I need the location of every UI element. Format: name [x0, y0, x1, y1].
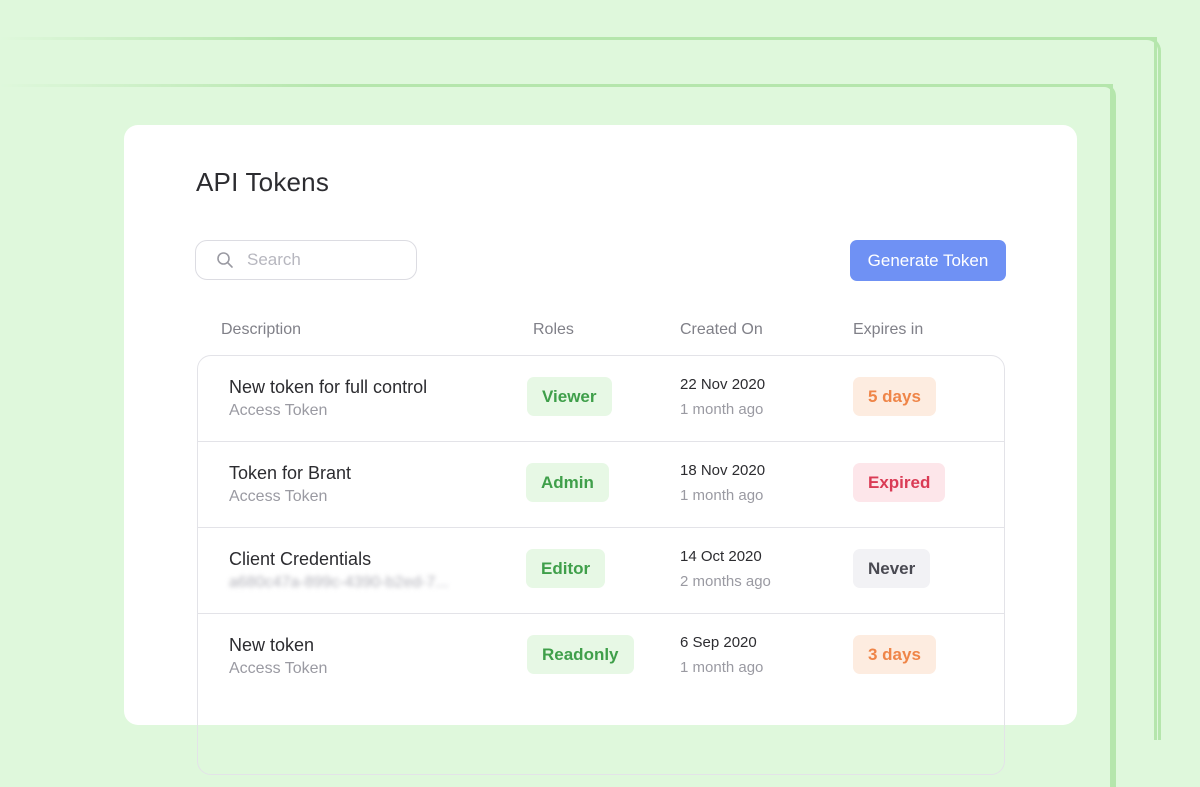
token-name[interactable]: Token for Brant: [229, 463, 351, 484]
token-description: Client Credentials a680c47a-899c-4390-b2…: [229, 549, 449, 592]
created-relative: 1 month ago: [680, 487, 764, 504]
token-type: Access Token: [229, 660, 328, 677]
created-date-value: 22 Nov 2020: [680, 376, 766, 393]
api-tokens-card: API Tokens Generate Token Description Ro…: [124, 125, 1077, 775]
table-row[interactable]: Token for Brant Access Token Admin 18 No…: [198, 442, 1004, 528]
expires-badge: 3 days: [853, 635, 936, 674]
column-header-created-on[interactable]: Created On: [680, 321, 763, 339]
token-description: New token Access Token: [229, 635, 327, 678]
client-id: a680c47a-899c-4390-b2ed-7...: [229, 574, 449, 591]
created-date: 18 Nov 2020 1 month ago: [680, 462, 765, 504]
expires-badge: 5 days: [853, 377, 936, 416]
column-header-description[interactable]: Description: [221, 321, 301, 339]
table-header: Description Roles Created On Expires in: [124, 321, 1077, 343]
created-date: 14 Oct 2020 2 months ago: [680, 548, 771, 590]
token-type: Access Token: [229, 488, 328, 505]
token-name[interactable]: Client Credentials: [229, 549, 449, 570]
created-date-value: 6 Sep 2020: [680, 634, 757, 651]
search-input[interactable]: [245, 249, 399, 271]
role-badge: Editor: [526, 549, 606, 588]
token-description: New token for full control Access Token: [229, 377, 427, 420]
created-relative: 1 month ago: [680, 659, 764, 676]
token-name[interactable]: New token for full control: [229, 377, 427, 398]
created-relative: 1 month ago: [680, 401, 764, 418]
expires-badge: Expired: [853, 463, 946, 502]
created-date-value: 14 Oct 2020: [680, 548, 762, 565]
table-row[interactable]: Client Credentials a680c47a-899c-4390-b2…: [198, 528, 1004, 614]
created-date: 22 Nov 2020 1 month ago: [680, 376, 765, 418]
role-badge: Viewer: [527, 377, 612, 416]
tokens-table: New token for full control Access Token …: [197, 355, 1005, 775]
column-header-roles[interactable]: Roles: [533, 321, 574, 339]
role-badge: Readonly: [527, 635, 634, 674]
expires-badge: Never: [853, 549, 931, 588]
token-description: Token for Brant Access Token: [229, 463, 351, 506]
created-relative: 2 months ago: [680, 573, 771, 590]
search-icon: [216, 251, 234, 269]
column-header-expires-in[interactable]: Expires in: [853, 321, 923, 339]
token-name[interactable]: New token: [229, 635, 327, 656]
search-box[interactable]: [195, 240, 417, 280]
created-date-value: 18 Nov 2020: [680, 462, 766, 479]
page-title: API Tokens: [196, 167, 330, 197]
generate-token-button[interactable]: Generate Token: [850, 240, 1006, 281]
table-row[interactable]: New token Access Token Readonly 6 Sep 20…: [198, 614, 1004, 699]
role-badge: Admin: [526, 463, 609, 502]
token-type: Access Token: [229, 402, 328, 419]
table-row[interactable]: New token for full control Access Token …: [198, 356, 1004, 442]
